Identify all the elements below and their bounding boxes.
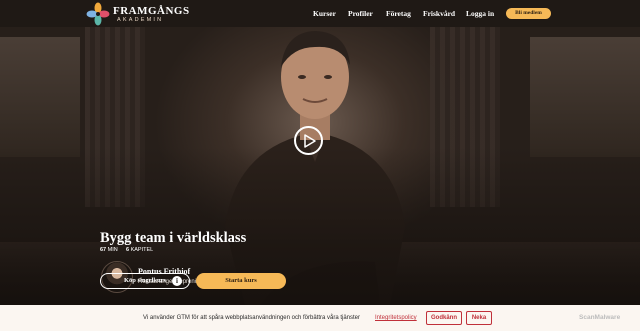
course-duration: 67 MIN — [100, 247, 118, 253]
flower-logo-icon — [86, 2, 110, 26]
cookie-accept-button[interactable]: Godkänn — [426, 311, 462, 325]
brand-subtitle: AKADEMIN — [117, 17, 164, 23]
top-navigation-bar: FRAMGÅNGS AKADEMIN Kurser Profiler Föret… — [0, 0, 640, 27]
brand-name: FRAMGÅNGS — [113, 5, 190, 17]
nav-kurser[interactable]: Kurser — [313, 9, 336, 18]
cookie-deny-button[interactable]: Neka — [466, 311, 492, 325]
background-window — [530, 37, 640, 157]
start-course-button[interactable]: Starta kurs — [196, 273, 286, 289]
info-icon[interactable]: i — [172, 276, 182, 286]
become-member-button[interactable]: Bli medlem — [506, 8, 551, 19]
buy-button-label: Köp singelkurs — [124, 277, 167, 284]
play-icon — [304, 134, 316, 148]
background-window — [0, 37, 80, 157]
duration-value: 67 — [100, 247, 107, 253]
buy-single-course-button[interactable]: Köp singelkurs i — [100, 273, 190, 289]
privacy-policy-link[interactable]: Integritetspolicy — [375, 315, 417, 321]
duration-unit: MIN — [107, 247, 118, 253]
course-chapters: 6 KAPITEL — [126, 247, 153, 253]
course-hero: Bygg team i världsklass 67 MIN 6 KAPITEL… — [0, 27, 640, 305]
course-title: Bygg team i världsklass — [100, 230, 247, 246]
nav-foretag[interactable]: Företag — [386, 9, 411, 18]
nav-friskvard[interactable]: Friskvård — [423, 9, 455, 18]
chapters-unit: KAPITEL — [130, 247, 154, 253]
play-video-button[interactable] — [294, 126, 323, 155]
scanmalware-watermark: ScanMalware — [579, 314, 621, 321]
nav-login[interactable]: Logga in — [466, 9, 494, 18]
hero-gradient-overlay — [0, 147, 640, 305]
site-logo[interactable]: FRAMGÅNGS AKADEMIN — [86, 2, 189, 26]
cookie-banner: Vi använder GTM för att spåra webbplatsa… — [0, 305, 640, 331]
nav-profiler[interactable]: Profiler — [348, 9, 373, 18]
chapters-value: 6 — [126, 247, 130, 253]
cookie-message: Vi använder GTM för att spåra webbplatsa… — [143, 315, 361, 321]
